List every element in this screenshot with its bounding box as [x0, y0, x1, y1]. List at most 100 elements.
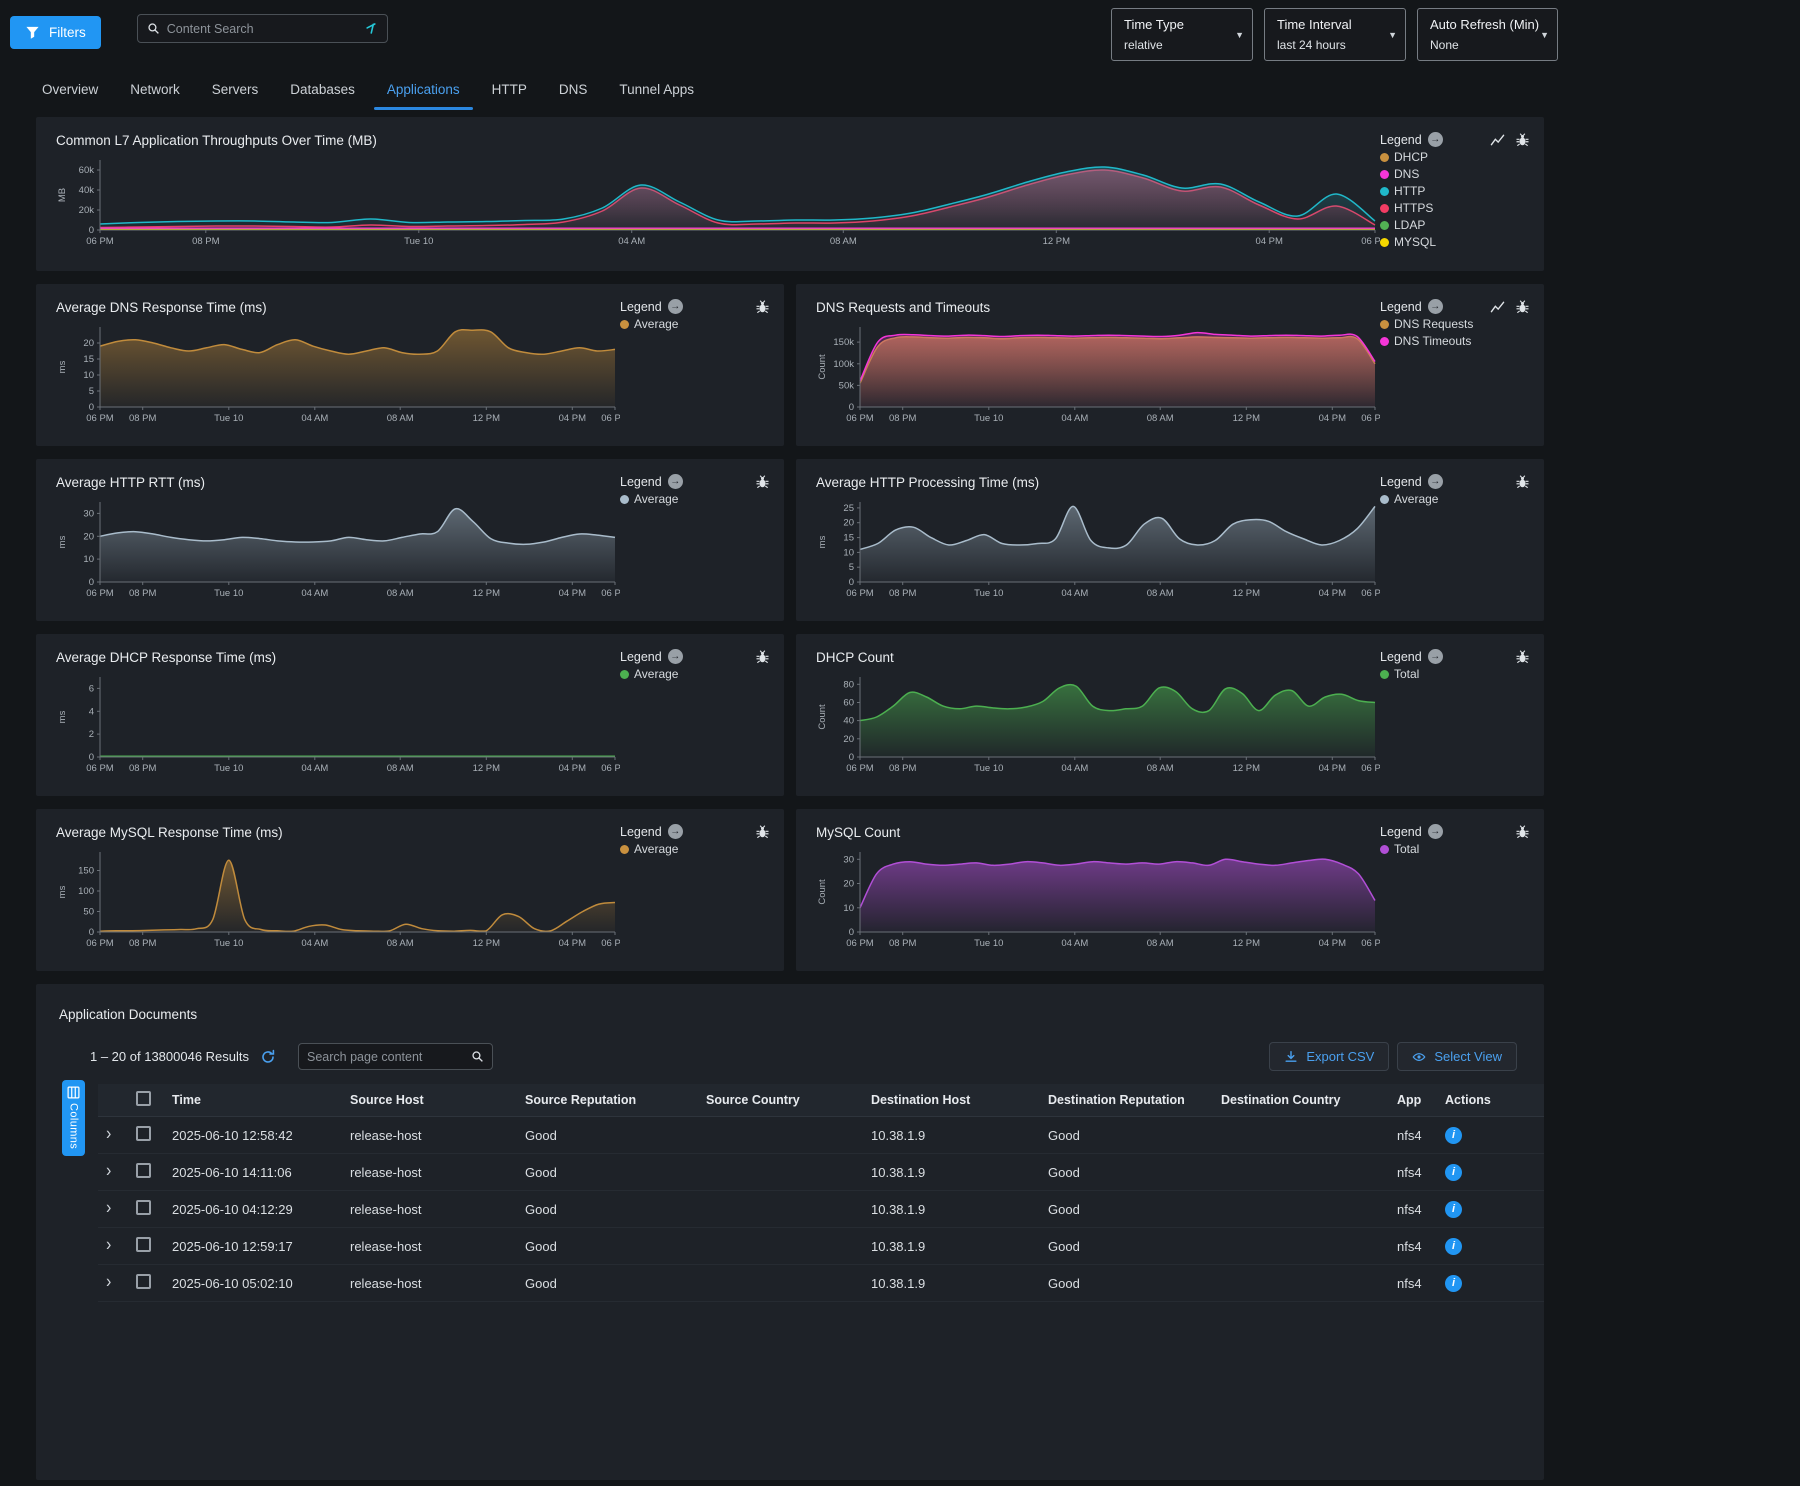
row-checkbox[interactable] [136, 1200, 151, 1215]
chart-canvas[interactable]: 0510152006 PM08 PMTue 1004 AM08 AM12 PM0… [54, 321, 620, 427]
bug-icon[interactable] [1515, 299, 1530, 314]
legend-label: Legend [620, 650, 662, 664]
bug-icon[interactable] [755, 474, 770, 489]
row-checkbox[interactable] [136, 1237, 151, 1252]
export-csv-button[interactable]: Export CSV [1269, 1042, 1389, 1071]
legend-toggle[interactable]: Legend→ [1380, 649, 1505, 664]
row-checkbox[interactable] [136, 1163, 151, 1178]
auto-refresh-dropdown[interactable]: Auto Refresh (Min) None ▼ [1417, 8, 1558, 61]
column-header-destination-reputation[interactable]: Destination Reputation [1040, 1084, 1213, 1117]
row-expand-icon[interactable]: › [106, 1274, 111, 1292]
tab-servers[interactable]: Servers [196, 71, 275, 110]
legend-item-dns[interactable]: DNS [1380, 167, 1480, 181]
tab-network[interactable]: Network [114, 71, 196, 110]
column-header-app[interactable]: App [1389, 1084, 1437, 1117]
legend-toggle[interactable]: Legend→ [1380, 474, 1505, 489]
legend-toggle[interactable]: Legend→ [620, 824, 745, 839]
column-header-source-country[interactable]: Source Country [698, 1084, 863, 1117]
bug-icon[interactable] [1515, 132, 1530, 147]
legend-item-average[interactable]: Average [1380, 492, 1505, 506]
chart-legend: Legend→ Average [620, 299, 745, 331]
legend-item-average[interactable]: Average [620, 492, 745, 506]
row-expand-icon[interactable]: › [106, 1200, 111, 1218]
legend-label: Legend [1380, 475, 1422, 489]
bug-icon[interactable] [1515, 824, 1530, 839]
bug-icon[interactable] [1515, 474, 1530, 489]
legend-color-dot [620, 845, 629, 854]
legend-item-average[interactable]: Average [620, 317, 745, 331]
bug-icon[interactable] [755, 649, 770, 664]
chart-canvas[interactable]: 010203006 PM08 PMTue 1004 AM08 AM12 PM04… [814, 846, 1380, 952]
legend-item-total[interactable]: Total [1380, 842, 1505, 856]
row-expand-icon[interactable]: › [106, 1163, 111, 1181]
time-type-dropdown[interactable]: Time Type relative ▼ [1111, 8, 1253, 61]
select-all-checkbox[interactable] [136, 1091, 151, 1106]
chart-canvas[interactable]: 02040608006 PM08 PMTue 1004 AM08 AM12 PM… [814, 671, 1380, 777]
column-header-time[interactable]: Time [164, 1084, 342, 1117]
tab-tunnel-apps[interactable]: Tunnel Apps [603, 71, 710, 110]
legend-toggle[interactable]: Legend→ [1380, 824, 1505, 839]
tab-http[interactable]: HTTP [476, 71, 543, 110]
legend-item-dhcp[interactable]: DHCP [1380, 150, 1480, 164]
legend-label: Legend [620, 475, 662, 489]
column-header-source-reputation[interactable]: Source Reputation [517, 1084, 698, 1117]
filters-button[interactable]: Filters [10, 16, 101, 49]
chart-canvas[interactable]: 020k40k60k06 PM08 PMTue 1004 AM08 AM12 P… [54, 154, 1380, 250]
legend-toggle[interactable]: Legend→ [1380, 299, 1480, 314]
legend-item-label: DNS [1394, 167, 1419, 181]
select-all-header [128, 1084, 164, 1117]
svg-text:12 PM: 12 PM [1043, 236, 1071, 247]
column-header-actions[interactable]: Actions [1437, 1084, 1544, 1117]
legend-toggle[interactable]: Legend→ [620, 299, 745, 314]
columns-button[interactable]: Columns [62, 1080, 85, 1156]
column-header-destination-country[interactable]: Destination Country [1213, 1084, 1389, 1117]
chart-canvas[interactable]: 010203006 PM08 PMTue 1004 AM08 AM12 PM04… [54, 496, 620, 602]
row-checkbox[interactable] [136, 1274, 151, 1289]
legend-item-https[interactable]: HTTPS [1380, 201, 1480, 215]
legend-item-mysql[interactable]: MYSQL [1380, 235, 1480, 249]
bug-icon[interactable] [1515, 649, 1530, 664]
table-row: ›2025-06-10 14:11:06release-hostGood10.3… [98, 1154, 1544, 1191]
bug-icon[interactable] [755, 299, 770, 314]
chart-canvas[interactable]: 05010015006 PM08 PMTue 1004 AM08 AM12 PM… [54, 846, 620, 952]
panel-mysql-count: MySQL Count 010203006 PM08 PMTue 1004 AM… [796, 809, 1544, 971]
info-icon[interactable]: i [1445, 1201, 1462, 1218]
legend-item-average[interactable]: Average [620, 842, 745, 856]
chart-canvas[interactable]: 024606 PM08 PMTue 1004 AM08 AM12 PM04 PM… [54, 671, 620, 777]
content-search-input[interactable] [167, 22, 356, 36]
info-icon[interactable]: i [1445, 1164, 1462, 1181]
info-icon[interactable]: i [1445, 1238, 1462, 1255]
bug-icon[interactable] [755, 824, 770, 839]
tab-applications[interactable]: Applications [371, 71, 476, 110]
svg-text:08 PM: 08 PM [129, 588, 157, 599]
legend-toggle[interactable]: Legend→ [620, 649, 745, 664]
column-header-destination-host[interactable]: Destination Host [863, 1084, 1040, 1117]
row-expand-icon[interactable]: › [106, 1237, 111, 1255]
tab-dns[interactable]: DNS [543, 71, 604, 110]
info-icon[interactable]: i [1445, 1127, 1462, 1144]
legend-toggle[interactable]: Legend→ [1380, 132, 1480, 147]
query-options-icon[interactable] [363, 21, 378, 36]
legend-item-total[interactable]: Total [1380, 667, 1505, 681]
line-chart-icon[interactable] [1490, 299, 1505, 314]
select-view-button[interactable]: Select View [1397, 1042, 1517, 1071]
page-content-search-input[interactable] [307, 1050, 465, 1064]
legend-item-average[interactable]: Average [620, 667, 745, 681]
row-checkbox[interactable] [136, 1126, 151, 1141]
tab-overview[interactable]: Overview [26, 71, 114, 110]
legend-toggle[interactable]: Legend→ [620, 474, 745, 489]
legend-item-dns-timeouts[interactable]: DNS Timeouts [1380, 334, 1480, 348]
chart-canvas[interactable]: 050k100k150k06 PM08 PMTue 1004 AM08 AM12… [814, 321, 1380, 427]
refresh-icon[interactable] [260, 1049, 276, 1065]
column-header-source-host[interactable]: Source Host [342, 1084, 517, 1117]
line-chart-icon[interactable] [1490, 132, 1505, 147]
legend-item-ldap[interactable]: LDAP [1380, 218, 1480, 232]
time-interval-dropdown[interactable]: Time Interval last 24 hours ▼ [1264, 8, 1406, 61]
chart-canvas[interactable]: 051015202506 PM08 PMTue 1004 AM08 AM12 P… [814, 496, 1380, 602]
legend-item-dns-requests[interactable]: DNS Requests [1380, 317, 1480, 331]
svg-text:ms: ms [57, 360, 68, 373]
info-icon[interactable]: i [1445, 1275, 1462, 1292]
legend-item-http[interactable]: HTTP [1380, 184, 1480, 198]
tab-databases[interactable]: Databases [274, 71, 371, 110]
row-expand-icon[interactable]: › [106, 1126, 111, 1144]
